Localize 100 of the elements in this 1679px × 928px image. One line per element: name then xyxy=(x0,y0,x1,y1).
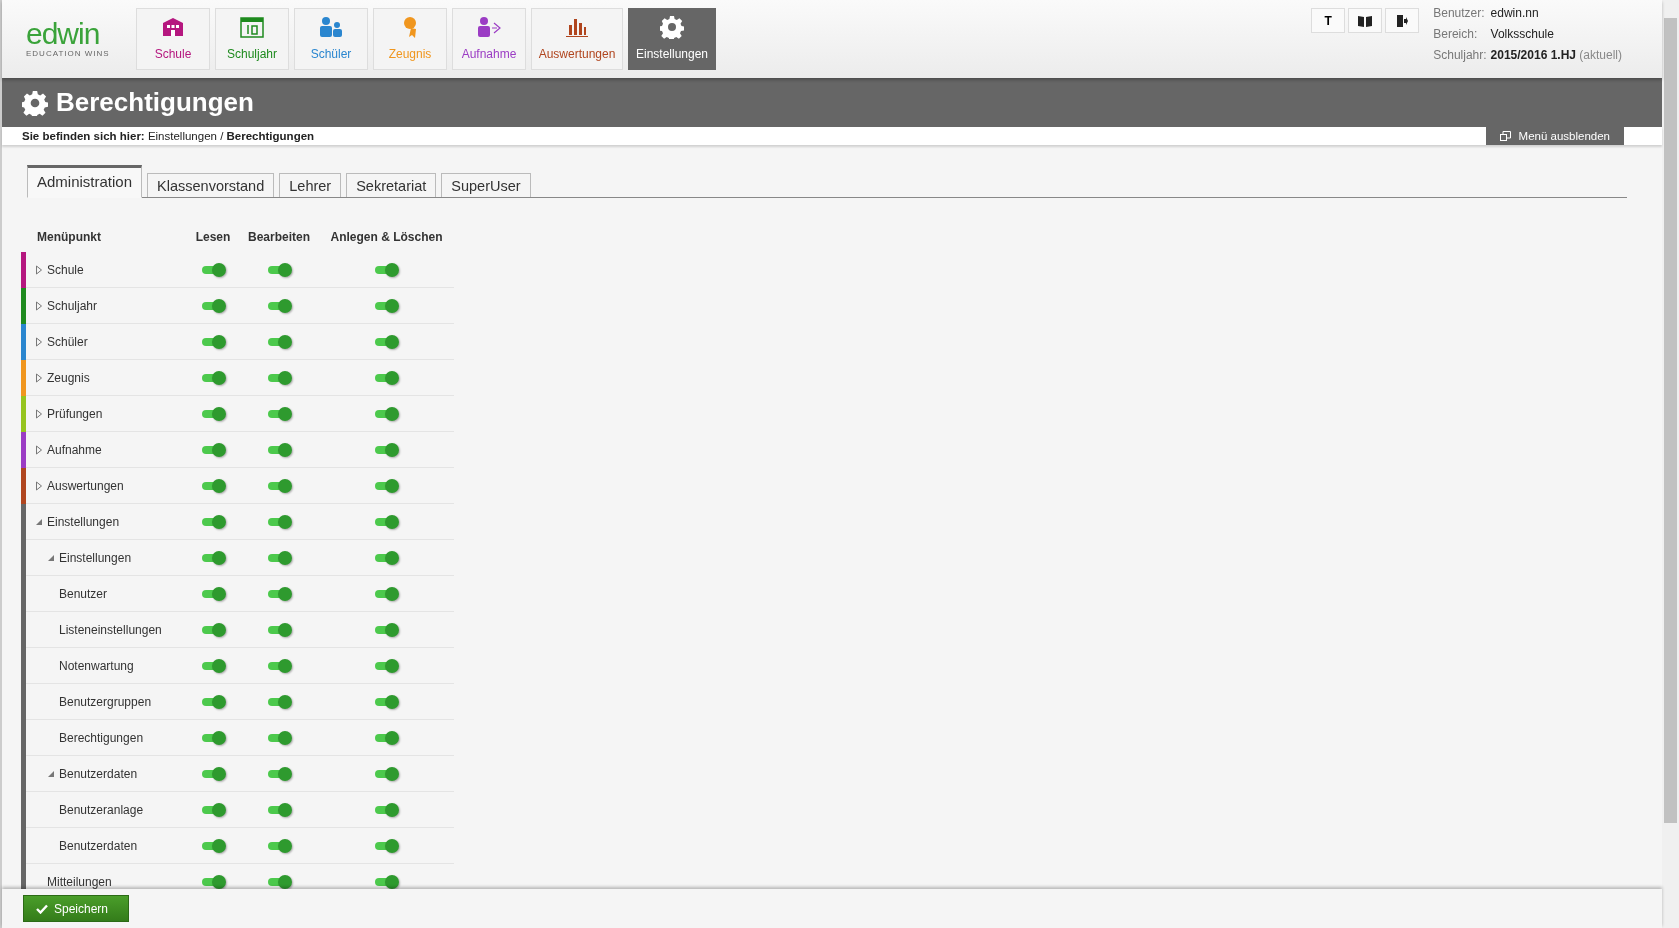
menu-item-label[interactable]: Listeneinstellungen xyxy=(59,622,162,637)
toggle-switch[interactable] xyxy=(375,373,398,382)
menu-item-label[interactable]: Benutzerdaten xyxy=(59,766,138,781)
save-button[interactable]: Speichern xyxy=(23,895,129,922)
collapsed-triangle-icon[interactable] xyxy=(35,336,43,347)
toggle-switch[interactable] xyxy=(375,841,398,850)
collapsed-triangle-icon[interactable] xyxy=(35,372,43,383)
toggle-switch[interactable] xyxy=(201,841,225,850)
collapsed-triangle-icon[interactable] xyxy=(35,480,43,491)
toggle-switch[interactable] xyxy=(201,697,225,706)
toggle-switch[interactable] xyxy=(375,625,398,634)
toggle-switch[interactable] xyxy=(375,445,398,454)
tab[interactable]: Administration xyxy=(27,165,143,198)
toggle-switch[interactable] xyxy=(375,805,398,814)
toggle-switch[interactable] xyxy=(267,661,291,670)
menu-item-label[interactable]: Einstellungen xyxy=(59,550,132,565)
toggle-switch[interactable] xyxy=(267,697,291,706)
menu-item-label[interactable]: Schuljahr xyxy=(47,298,98,313)
menu-item-label[interactable]: Prüfungen xyxy=(47,406,103,421)
nav-tile[interactable]: Aufnahme xyxy=(452,8,526,70)
hide-menu-button[interactable]: Menü ausblenden xyxy=(1485,127,1624,145)
menu-item-label[interactable]: Notenwartung xyxy=(59,658,134,673)
tab[interactable]: Klassenvorstand xyxy=(147,173,275,197)
collapsed-triangle-icon[interactable] xyxy=(35,408,43,419)
nav-tile[interactable]: Schüler xyxy=(294,8,368,70)
tab[interactable]: Sekretariat xyxy=(346,173,437,197)
toggle-switch[interactable] xyxy=(267,481,291,490)
collapsed-triangle-icon[interactable] xyxy=(35,300,43,311)
toggle-switch[interactable] xyxy=(375,697,398,706)
toggle-switch[interactable] xyxy=(267,841,291,850)
toggle-switch[interactable] xyxy=(375,409,398,418)
toggle-switch[interactable] xyxy=(375,265,398,274)
toggle-switch[interactable] xyxy=(375,481,398,490)
collapsed-triangle-icon[interactable] xyxy=(35,264,43,275)
toggle-switch[interactable] xyxy=(201,733,225,742)
nav-tile[interactable]: Schuljahr xyxy=(215,8,289,70)
toggle-switch[interactable] xyxy=(267,625,291,634)
expanded-triangle-icon[interactable] xyxy=(35,517,43,526)
expanded-triangle-icon[interactable] xyxy=(47,553,55,562)
scrollbar[interactable] xyxy=(1662,0,1679,928)
toggle-switch[interactable] xyxy=(375,589,398,598)
collapsed-triangle-icon[interactable] xyxy=(35,444,43,455)
menu-item-label[interactable]: Benutzergruppen xyxy=(59,694,152,709)
toggle-switch[interactable] xyxy=(201,661,225,670)
toggle-switch[interactable] xyxy=(201,337,225,346)
nav-tile[interactable]: Auswertungen xyxy=(531,8,623,70)
toggle-switch[interactable] xyxy=(375,733,398,742)
tab[interactable]: SuperUser xyxy=(441,173,531,197)
logout-button[interactable] xyxy=(1385,8,1420,33)
toggle-switch[interactable] xyxy=(201,625,225,634)
book-button[interactable] xyxy=(1348,8,1383,33)
toggle-switch[interactable] xyxy=(267,805,291,814)
menu-item-label[interactable]: Schule xyxy=(47,262,84,277)
toggle-switch[interactable] xyxy=(201,409,225,418)
nav-tile[interactable]: Einstellungen xyxy=(628,8,716,70)
expanded-triangle-icon[interactable] xyxy=(47,769,55,778)
menu-item-label[interactable]: Benutzerdaten xyxy=(59,838,138,853)
toggle-switch[interactable] xyxy=(201,265,225,274)
toggle-switch[interactable] xyxy=(267,265,291,274)
toggle-switch[interactable] xyxy=(375,877,398,886)
menu-item-label[interactable]: Auswertungen xyxy=(47,478,124,493)
toggle-switch[interactable] xyxy=(201,301,225,310)
menu-item-label[interactable]: Schüler xyxy=(47,334,88,349)
toggle-switch[interactable] xyxy=(267,733,291,742)
menu-item-label[interactable]: Zeugnis xyxy=(47,370,90,385)
menu-item-label[interactable]: Aufnahme xyxy=(47,442,102,457)
toggle-switch[interactable] xyxy=(267,337,291,346)
toggle-switch[interactable] xyxy=(267,553,291,562)
toggle-switch[interactable] xyxy=(267,409,291,418)
toggle-switch[interactable] xyxy=(201,373,225,382)
logo[interactable]: edwin EDUCATION WINS xyxy=(2,0,136,58)
menu-item-label[interactable]: Benutzer xyxy=(59,586,108,601)
toggle-switch[interactable] xyxy=(267,517,291,526)
tab[interactable]: Lehrer xyxy=(279,173,342,197)
menu-item-label[interactable]: Mitteilungen xyxy=(47,874,112,889)
toggle-switch[interactable] xyxy=(267,301,291,310)
toggle-switch[interactable] xyxy=(201,481,225,490)
menu-item-label[interactable]: Benutzeranlage xyxy=(59,802,144,817)
toggle-switch[interactable] xyxy=(375,337,398,346)
toggle-switch[interactable] xyxy=(267,445,291,454)
toggle-switch[interactable] xyxy=(201,589,225,598)
toggle-switch[interactable] xyxy=(201,877,225,886)
toggle-switch[interactable] xyxy=(375,553,398,562)
toggle-switch[interactable] xyxy=(201,769,225,778)
nav-tile[interactable]: Schule xyxy=(136,8,210,70)
toggle-switch[interactable] xyxy=(267,877,291,886)
toggle-switch[interactable] xyxy=(267,589,291,598)
toggle-switch[interactable] xyxy=(375,661,398,670)
toggle-switch[interactable] xyxy=(267,769,291,778)
toggle-switch[interactable] xyxy=(375,301,398,310)
toggle-switch[interactable] xyxy=(201,445,225,454)
toggle-switch[interactable] xyxy=(375,517,398,526)
toggle-switch[interactable] xyxy=(375,769,398,778)
toggle-switch[interactable] xyxy=(201,553,225,562)
toggle-switch[interactable] xyxy=(201,805,225,814)
menu-item-label[interactable]: Einstellungen xyxy=(47,514,120,529)
toggle-switch[interactable] xyxy=(267,373,291,382)
toggle-switch[interactable] xyxy=(201,517,225,526)
menu-item-label[interactable]: Berechtigungen xyxy=(59,730,144,745)
text-size-button[interactable]: T xyxy=(1311,8,1346,33)
